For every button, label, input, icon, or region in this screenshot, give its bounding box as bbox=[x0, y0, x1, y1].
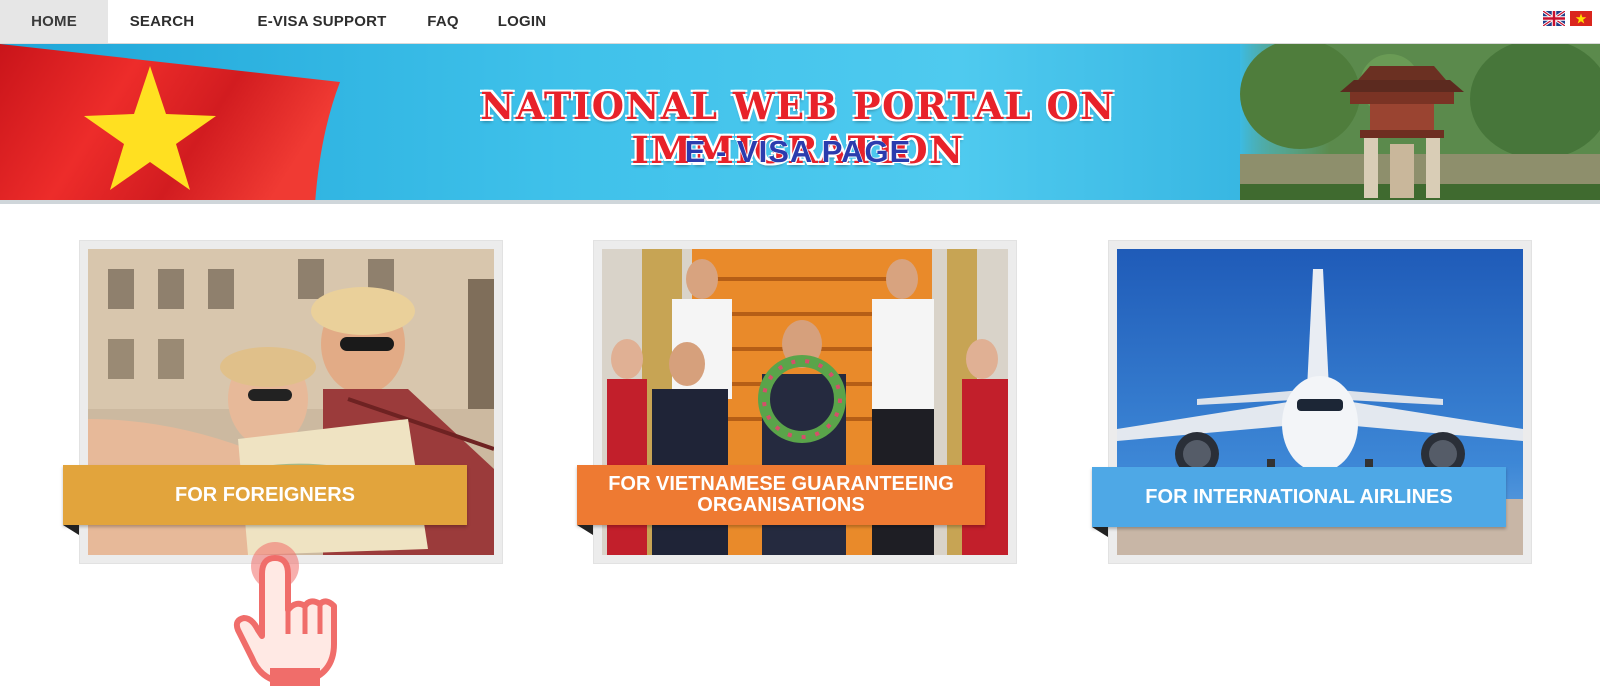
ribbon-fold bbox=[577, 525, 593, 535]
pointing-hand-icon bbox=[233, 542, 337, 686]
card-for-foreigners[interactable]: FOR FOREIGNERS bbox=[63, 240, 503, 564]
card-for-vietnamese-organisations[interactable]: FOR VIETNAMESE GUARANTEEING ORGANISATION… bbox=[577, 240, 1017, 564]
top-navigation: HOME SEARCH E-VISA SUPPORT FAQ LOGIN bbox=[0, 0, 1600, 44]
for-vietnamese-organisations-button[interactable]: FOR VIETNAMESE GUARANTEEING ORGANISATION… bbox=[577, 465, 985, 525]
uk-flag-icon[interactable] bbox=[1543, 11, 1565, 26]
nav-search[interactable]: SEARCH bbox=[112, 0, 212, 43]
nav-home[interactable]: HOME bbox=[0, 0, 108, 43]
vietnam-flag-icon[interactable] bbox=[1570, 11, 1592, 26]
for-foreigners-button[interactable]: FOR FOREIGNERS bbox=[63, 465, 467, 525]
ribbon-label-line2: ORGANISATIONS bbox=[697, 494, 865, 516]
banner-bottom-border bbox=[0, 200, 1600, 204]
nav-faq[interactable]: FAQ bbox=[422, 0, 464, 43]
ribbon-fold bbox=[1092, 527, 1108, 537]
ribbon-fold bbox=[63, 525, 79, 535]
banner-subtitle: E - VISA PAGE bbox=[684, 134, 912, 169]
ribbon-label-line1: FOR VIETNAMESE GUARANTEEING bbox=[608, 473, 954, 495]
nav-evisa-support[interactable]: E-VISA SUPPORT bbox=[248, 0, 396, 43]
nav-login[interactable]: LOGIN bbox=[494, 0, 550, 43]
vietnam-flag-graphic bbox=[0, 44, 340, 204]
header-banner: NATIONAL WEB PORTAL ON IMMIGRATION E - V… bbox=[0, 44, 1600, 204]
for-international-airlines-button[interactable]: FOR INTERNATIONAL AIRLINES bbox=[1092, 467, 1506, 527]
temple-of-literature-image bbox=[1240, 44, 1600, 204]
card-for-international-airlines[interactable]: FOR INTERNATIONAL AIRLINES bbox=[1092, 240, 1532, 564]
